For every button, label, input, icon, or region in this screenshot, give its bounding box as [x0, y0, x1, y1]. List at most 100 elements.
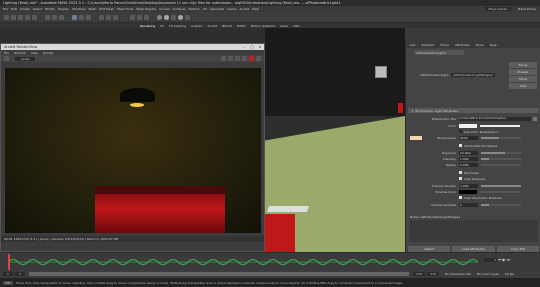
illuminates-checkbox[interactable] — [459, 144, 462, 147]
ae-tab-list[interactable]: List — [410, 43, 415, 47]
ae-node-name-field[interactable]: aiPhotometricLightShape1 — [451, 73, 496, 77]
photometric-light-icon[interactable] — [185, 14, 190, 20]
exposure-slider[interactable] — [481, 151, 521, 154]
shadow-density-field[interactable]: 1.000 — [459, 183, 478, 188]
render-view-menu-window[interactable]: Window — [14, 51, 26, 55]
copy-tab-button[interactable]: Copy Tab — [496, 245, 539, 252]
render-view-tool-icon[interactable] — [221, 56, 226, 61]
render-view-tool-icon[interactable] — [242, 56, 247, 61]
arnold-render-view-window[interactable]: Arnold RenderView – □ × File Window View… — [0, 43, 265, 252]
ae-tab-help[interactable]: Help — [490, 43, 497, 47]
minimize-icon[interactable]: – — [240, 45, 248, 49]
skydome-light-icon[interactable] — [178, 14, 183, 20]
render-view-tool-icon[interactable] — [235, 56, 240, 61]
intensity-field[interactable]: 1.000 — [459, 156, 478, 161]
go-to-end-icon[interactable]: ⏭ — [507, 257, 511, 262]
focus-button[interactable]: Focus — [509, 62, 537, 68]
anim-layer-select[interactable]: No Anim Layer — [477, 272, 499, 276]
color-swatch[interactable] — [459, 123, 477, 128]
volume-samples-field[interactable]: 2 — [459, 202, 478, 207]
photometric-file-field[interactable]: C:/Users/Maria Ponce/OneDrive/Des... — [459, 116, 531, 121]
volume-samples-slider[interactable] — [481, 203, 521, 206]
playback-start-field[interactable]: 1 — [15, 272, 25, 276]
close-icon[interactable]: × — [256, 45, 264, 49]
menu-file[interactable]: File — [3, 7, 8, 11]
move-tool-icon[interactable] — [72, 14, 77, 20]
menu-cache[interactable]: Cache — [227, 7, 236, 11]
hide-button[interactable]: Hide — [509, 83, 537, 89]
arnold-render-icon[interactable] — [157, 14, 162, 20]
snap-curve-icon[interactable] — [106, 14, 111, 20]
ae-tab-show[interactable]: Show — [476, 43, 484, 47]
play-icon[interactable]: ▶ — [503, 257, 506, 262]
render-view-menu-view[interactable]: View — [31, 51, 38, 55]
shelf-tab-bifrost[interactable]: Bifrost — [222, 24, 232, 28]
open-scene-icon[interactable] — [11, 14, 16, 20]
photometric-section-header[interactable]: ▾ Photometric Light Attributes — [408, 108, 539, 113]
menu-mesh-tools[interactable]: Mesh Tools — [117, 7, 133, 11]
snap-grid-icon[interactable] — [99, 14, 104, 20]
menu-create[interactable]: Create — [20, 7, 30, 11]
scale-tool-icon[interactable] — [86, 14, 91, 20]
ae-tab-focus[interactable]: Focus — [440, 43, 449, 47]
character-set-select[interactable]: No Character Set — [445, 272, 471, 276]
shelf-tab-fx[interactable]: FX — [160, 24, 164, 28]
current-frame-field[interactable]: 1 — [484, 257, 497, 262]
shelf-tab-rendering[interactable]: Rendering — [140, 24, 155, 28]
menu-surfaces[interactable]: Surfaces — [173, 7, 186, 11]
render-settings-icon[interactable] — [144, 14, 149, 20]
menu-select[interactable]: Select — [33, 7, 42, 11]
temperature-field[interactable]: 6500 — [459, 135, 478, 140]
redo-icon[interactable] — [32, 14, 37, 20]
normalize-checkbox[interactable] — [459, 171, 462, 174]
ipr-render-icon[interactable] — [137, 14, 142, 20]
show-button[interactable]: Show — [509, 76, 537, 82]
go-to-start-icon[interactable]: ⏮ — [498, 257, 502, 262]
render-view-tool-icon[interactable] — [256, 56, 261, 61]
ae-notes-field[interactable] — [410, 220, 538, 242]
render-image[interactable] — [5, 68, 261, 233]
user-account[interactable]: Maria Ponce — [514, 7, 540, 11]
radius-field[interactable]: 0.000 — [459, 162, 478, 167]
temperature-slider[interactable] — [481, 136, 521, 139]
render-view-camera-select[interactable]: persp — [15, 56, 36, 61]
exposure-field[interactable]: 10.000 — [459, 150, 478, 155]
maximize-icon[interactable]: □ — [248, 45, 256, 49]
shelf-tab-xgen[interactable]: XGen — [280, 24, 288, 28]
presets-button[interactable]: Presets — [509, 69, 537, 75]
shelf-tab-usd[interactable]: USD — [293, 24, 299, 28]
shelf-tab-arnold[interactable]: Arnold — [207, 24, 217, 28]
menu-edit[interactable]: Edit — [11, 7, 17, 11]
new-scene-icon[interactable] — [4, 14, 9, 20]
area-light-icon[interactable] — [171, 14, 176, 20]
ae-tab-attributes[interactable]: Attributes — [455, 43, 470, 47]
time-slider[interactable]: 1 ⏮ ▶ ⏭ — [0, 252, 540, 270]
shelf-tab-mash[interactable]: MASH — [237, 24, 246, 28]
view-cube-icon[interactable] — [375, 66, 387, 78]
shadow-color-swatch[interactable] — [459, 189, 477, 194]
load-attributes-button[interactable]: Load Attributes — [452, 245, 495, 252]
menu-windows[interactable]: Windows — [72, 7, 85, 11]
render-view-tool-icon[interactable] — [228, 56, 233, 61]
lasso-tool-icon[interactable] — [52, 14, 57, 20]
render-view-menu-file[interactable]: File — [4, 51, 9, 55]
color-slider[interactable] — [480, 124, 520, 127]
intensity-slider[interactable] — [481, 157, 521, 160]
range-end-field[interactable]: 270 — [427, 272, 439, 276]
current-time-marker[interactable] — [8, 254, 10, 270]
range-slider-bar[interactable] — [29, 272, 409, 276]
menu-deform[interactable]: Deform — [189, 7, 200, 11]
shelf-tab-motion-graphics[interactable]: Motion Graphics — [251, 24, 275, 28]
workspace-selector[interactable]: Maya Classic — [485, 7, 511, 11]
menu-uv[interactable]: UV — [203, 7, 207, 11]
fps-select[interactable]: 24 fps — [505, 272, 514, 276]
shadow-density-slider[interactable] — [481, 184, 521, 187]
snap-point-icon[interactable] — [113, 14, 118, 20]
use-color-temperature-checkbox[interactable] — [459, 130, 462, 133]
save-scene-icon[interactable] — [18, 14, 23, 20]
menu-mesh[interactable]: Mesh — [89, 7, 97, 11]
menu-edit-mesh[interactable]: Edit Mesh — [99, 7, 114, 11]
shelf-tab-custom[interactable]: Custom — [191, 24, 203, 28]
menu-mesh-display[interactable]: Mesh Display — [136, 7, 156, 11]
paint-select-icon[interactable] — [59, 14, 64, 20]
